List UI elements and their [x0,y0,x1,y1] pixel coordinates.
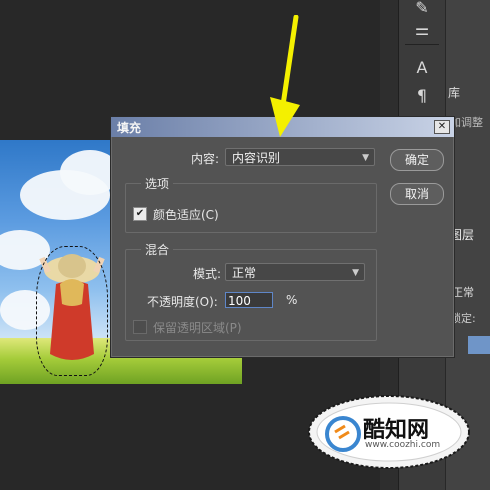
preserve-transparency-label: 保留透明区域(P) [153,321,242,335]
mode-select[interactable]: 正常 ▼ [225,263,365,281]
chevron-down-icon: ▼ [362,153,369,163]
adjust-icon[interactable]: ⚌ [407,16,437,44]
cancel-button[interactable]: 取消 [390,183,444,205]
divider [405,44,439,45]
annotation-arrow-icon [270,15,300,137]
opacity-input[interactable]: 100 [225,292,273,308]
selection-marquee [36,246,108,376]
color-adapt-checkbox[interactable]: ✔ [133,207,147,221]
contents-label: 内容: [191,152,220,166]
mode-label: 模式: [193,267,222,281]
layer-thumbnail[interactable] [468,336,490,354]
text-icon[interactable]: A [407,54,437,82]
ok-button[interactable]: 确定 [390,149,444,171]
mode-value: 正常 [232,266,257,280]
paragraph-icon[interactable]: ¶ [407,82,437,110]
watermark-logo: 酷知网 www.coozhi.com [305,392,473,472]
preserve-transparency-checkbox[interactable] [133,320,147,334]
color-adapt-label: 颜色适应(C) [153,208,219,222]
dialog-title: 填充 [117,121,142,135]
fill-dialog: 填充 ✕ 内容: 内容识别 ▼ 确定 取消 选项 ✔ 颜色适应(C) 混合 模式… [110,116,455,358]
close-button[interactable]: ✕ [434,120,450,134]
options-group-title: 选项 [141,175,174,192]
chevron-down-icon: ▼ [352,268,359,278]
contents-value: 内容识别 [232,151,281,165]
opacity-label: 不透明度(O): [147,295,218,309]
tab-library[interactable]: 库 [448,84,460,101]
opacity-unit: % [286,293,298,307]
watermark-url: www.coozhi.com [365,440,441,450]
blend-mode[interactable]: 正常 [452,284,474,300]
blend-group-title: 混合 [141,241,174,258]
contents-select[interactable]: 内容识别 ▼ [225,148,375,166]
